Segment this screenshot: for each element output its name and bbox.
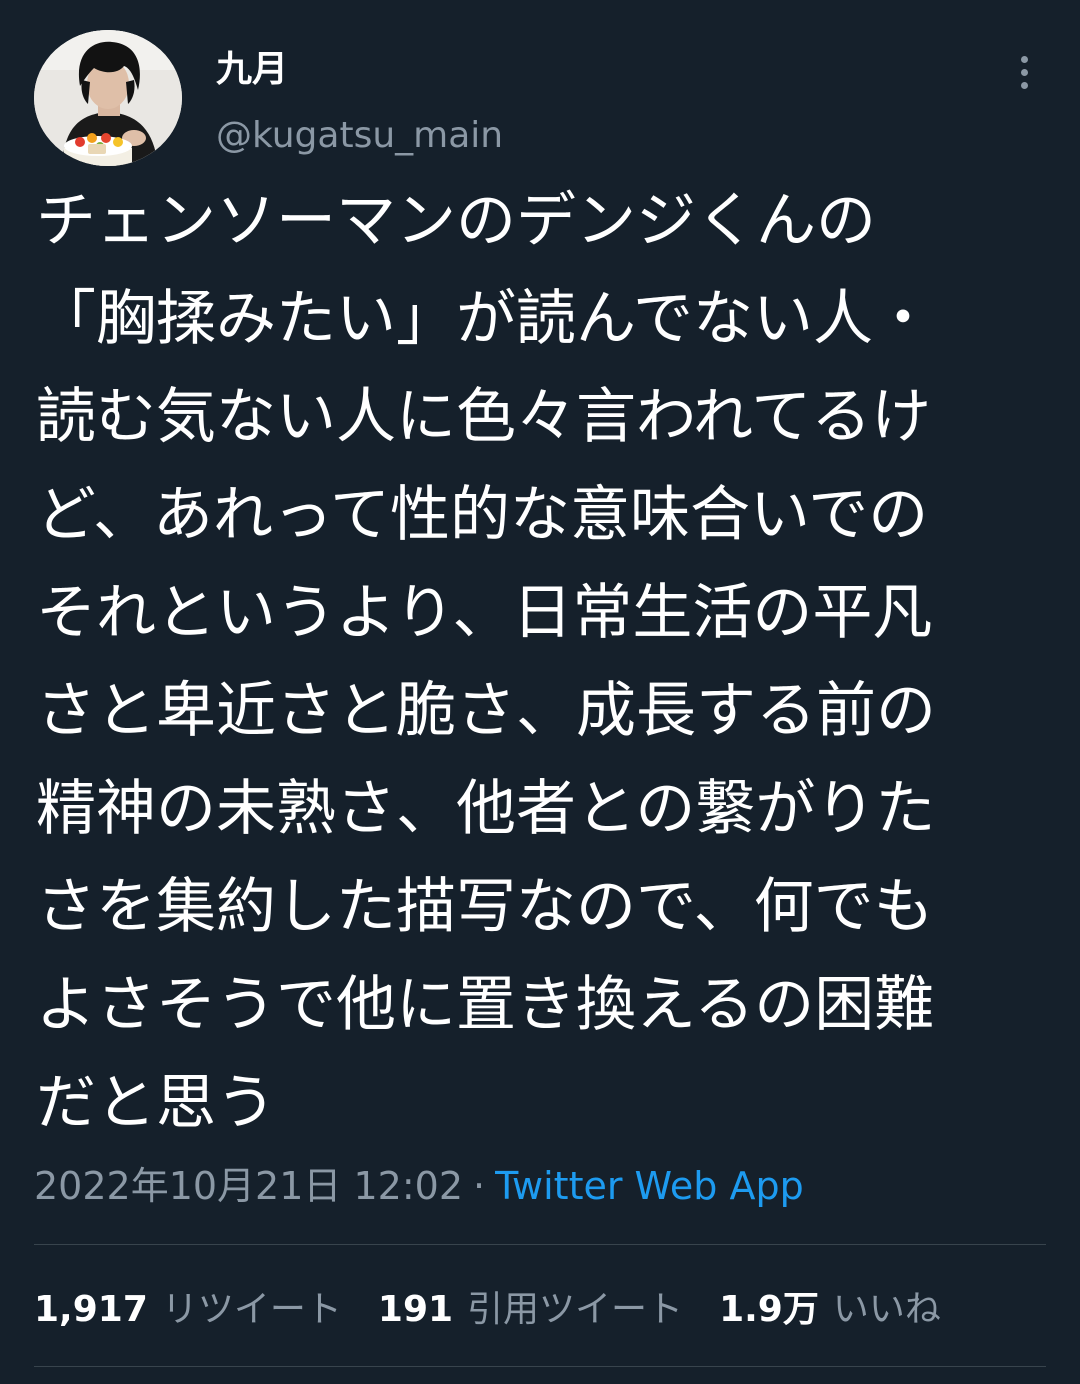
tweet-detail: 九月 @kugatsu_main チェンソーマンのデンジくんの 「胸揉みたい」が…: [0, 0, 1080, 1384]
divider: [34, 1366, 1046, 1367]
quotes-stat[interactable]: 191 引用ツイート: [378, 1280, 683, 1332]
likes-stat[interactable]: 1.9万 いいね: [719, 1280, 941, 1332]
tweet-text-line: それというより、日常生活の平凡: [36, 578, 933, 648]
tweet-text-line: よさそうで他に置き換えるの困難: [36, 970, 935, 1040]
tweet-text: チェンソーマンのデンジくんの 「胸揉みたい」が読んでない人・ 読む気ない人に色々…: [36, 172, 1036, 1152]
display-name[interactable]: 九月: [216, 48, 288, 92]
tweet-text-line: 「胸揉みたい」が読んでない人・: [36, 284, 933, 354]
more-dot: [1020, 81, 1028, 89]
retweets-stat[interactable]: 1,917 リツイート: [34, 1280, 342, 1332]
quotes-label: 引用ツイート: [467, 1289, 684, 1330]
tweet-text-line: ど、あれって性的な意味合いでの: [36, 480, 929, 550]
tweet-text-line: チェンソーマンのデンジくんの: [36, 186, 876, 256]
avatar-photo: [34, 30, 182, 166]
engagement-stats: 1,917 リツイート 191 引用ツイート 1.9万 いいね: [34, 1276, 977, 1336]
tweet-text-line: 精神の未熟さ、他者との繋がりた: [36, 774, 936, 844]
likes-count: 1.9万: [719, 1289, 819, 1330]
timestamp[interactable]: 2022年10月21日 12:02: [34, 1164, 463, 1208]
retweets-count: 1,917: [34, 1289, 148, 1330]
tweet-text-line: 読む気ない人に色々言われてるけ: [36, 382, 932, 452]
more-vertical-icon[interactable]: [1002, 46, 1046, 98]
quotes-count: 191: [377, 1289, 454, 1330]
likes-label: いいね: [832, 1289, 941, 1330]
source-link[interactable]: Twitter Web App: [495, 1164, 804, 1208]
divider: [34, 1244, 1046, 1245]
tweet-meta: 2022年10月21日 12:02 · Twitter Web App: [34, 1160, 804, 1212]
tweet-text-line: だと思う: [36, 1068, 276, 1138]
tweet-text-line: さと卑近さと脆さ、成長する前の: [36, 676, 936, 746]
tweet-text-line: さを集約した描写なので、何でも: [36, 872, 934, 942]
retweets-label: リツイート: [161, 1289, 342, 1330]
more-dot: [1020, 55, 1028, 63]
meta-separator: ·: [473, 1164, 486, 1208]
avatar[interactable]: [34, 30, 182, 166]
more-dot: [1020, 68, 1028, 76]
user-handle[interactable]: @kugatsu_main: [216, 114, 503, 158]
